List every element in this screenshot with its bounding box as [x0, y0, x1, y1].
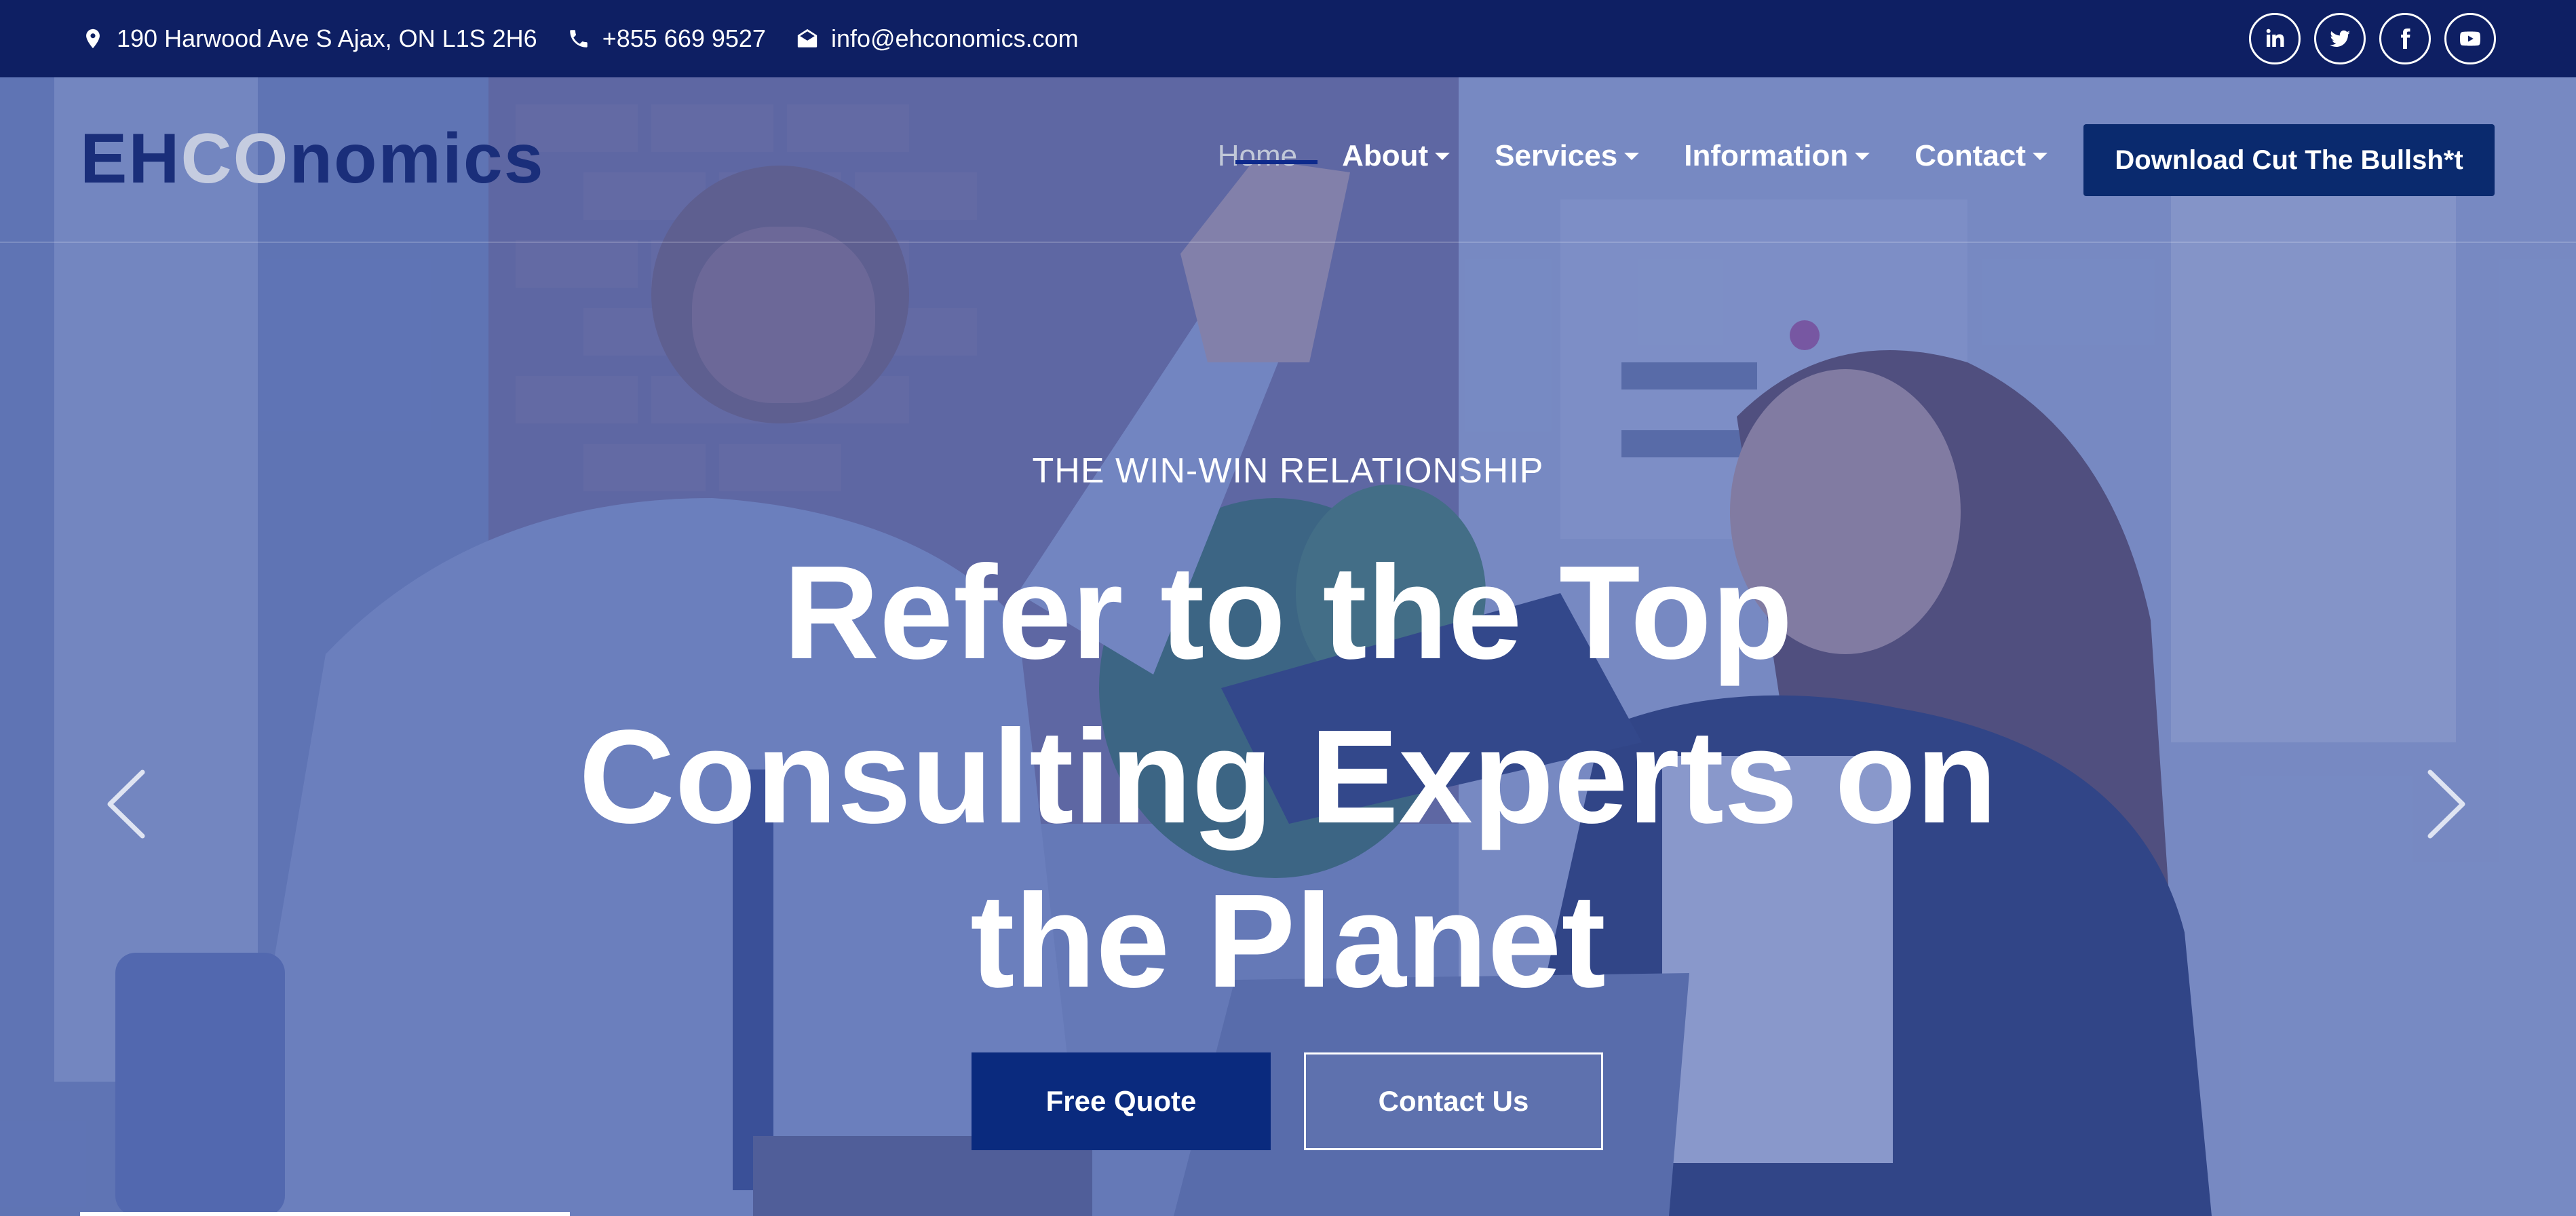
nav-item-label: About [1342, 139, 1429, 172]
nav-item-about[interactable]: About [1342, 139, 1450, 173]
hero-kicker: THE WIN-WIN RELATIONSHIP [1032, 451, 1544, 491]
address-text: 190 Harwood Ave S Ajax, ON L1S 2H6 [117, 24, 537, 52]
contact-us-button[interactable]: Contact Us [1304, 1052, 1603, 1150]
nav-item-label: Information [1684, 139, 1849, 172]
caret-down-icon [1855, 152, 1870, 160]
caret-down-icon [1435, 152, 1450, 160]
logo-part-co: CO [180, 119, 290, 198]
hero-headline: Refer to the Top Consulting Experts on t… [339, 531, 2237, 1023]
logo-part-nomics: nomics [289, 119, 545, 198]
nav-item-home[interactable]: Home [1218, 139, 1297, 173]
phone-item[interactable]: +855 669 9527 [566, 24, 766, 53]
hero-headline-line: Refer to the Top [783, 538, 1793, 687]
social-links [2249, 13, 2496, 64]
email-text[interactable]: info@ehconomics.com [831, 24, 1079, 53]
caret-down-icon [2033, 152, 2048, 160]
linkedin-icon[interactable] [2249, 13, 2301, 64]
nav-item-label: Contact [1915, 139, 2026, 172]
top-bar: 190 Harwood Ave S Ajax, ON L1S 2H6 +855 … [0, 0, 2576, 77]
twitter-icon[interactable] [2314, 13, 2366, 64]
logo-part-eh: EH [80, 119, 181, 198]
logo-wordmark: EHCOnomics [80, 121, 545, 196]
download-cta-button[interactable]: Download Cut The Bullsh*t [2083, 124, 2495, 196]
nav-item-contact[interactable]: Contact [1915, 139, 2048, 173]
phone-text[interactable]: +855 669 9527 [602, 24, 766, 53]
nav-item-label: Home [1217, 139, 1298, 172]
carousel-next-arrow-icon[interactable] [2423, 767, 2471, 841]
free-quote-button[interactable]: Free Quote [972, 1052, 1271, 1150]
email-item[interactable]: info@ehconomics.com [794, 24, 1079, 53]
phone-icon [566, 26, 592, 52]
nav-item-services[interactable]: Services [1495, 139, 1640, 173]
youtube-icon[interactable] [2444, 13, 2496, 64]
facebook-icon[interactable] [2379, 13, 2431, 64]
nav-menu: Home About Services Information Contact [1173, 138, 2048, 174]
nav-item-information[interactable]: Information [1684, 139, 1870, 173]
hero-headline-line: Consulting Experts on [579, 702, 1997, 851]
caret-down-icon [1624, 152, 1640, 160]
address-item: 190 Harwood Ave S Ajax, ON L1S 2H6 [80, 24, 537, 53]
envelope-open-icon [794, 26, 820, 52]
carousel-prev-arrow-icon[interactable] [102, 767, 149, 841]
site-logo[interactable]: EHCOnomics [80, 121, 543, 196]
hero-headline-line: the Planet [970, 867, 1606, 1015]
location-pin-icon [80, 26, 106, 52]
nav-item-label: Services [1495, 139, 1618, 172]
nav-active-indicator [1235, 160, 1318, 164]
slide-progress-bar [80, 1212, 570, 1216]
